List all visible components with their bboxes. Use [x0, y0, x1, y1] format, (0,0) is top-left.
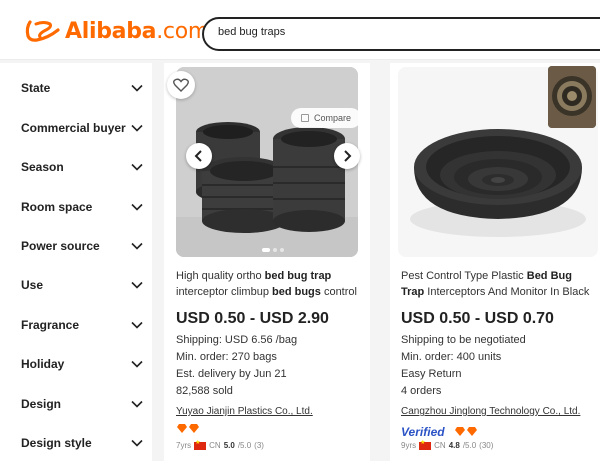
- filter-season[interactable]: Season: [21, 157, 143, 177]
- filter-label: Season: [21, 160, 64, 174]
- diamond-icon: [189, 424, 199, 433]
- product-price: USD 0.50 - USD 0.70: [401, 310, 554, 327]
- diamond-icon: [177, 424, 187, 433]
- alibaba-logo-icon: [25, 20, 60, 42]
- carousel-dot[interactable]: [280, 248, 284, 252]
- min-order: Min. order: 270 bags: [176, 351, 277, 363]
- title-keyword: bed bugs: [272, 286, 321, 298]
- review-count: (3): [254, 441, 264, 450]
- search-bar[interactable]: [202, 17, 600, 51]
- filter-label: Fragrance: [21, 318, 80, 332]
- supplier-years: 9yrs: [401, 441, 417, 450]
- chevron-down-icon: [131, 163, 143, 171]
- search-input[interactable]: [218, 26, 578, 38]
- heart-icon: [173, 78, 189, 92]
- image-next-button[interactable]: [334, 143, 360, 169]
- supplier-link[interactable]: Yuyao Jianjin Plastics Co., Ltd.: [176, 406, 313, 417]
- chevron-down-icon: [131, 281, 143, 289]
- supplier-stats: 9yrs CN 4.8/5.0 (30): [401, 439, 494, 451]
- filter-design-style[interactable]: Design style: [21, 433, 143, 453]
- logo-brand-text: Alibaba: [65, 18, 157, 44]
- filter-sidebar: State Commercial buyer Season Room space…: [0, 63, 152, 461]
- filter-label: Design style: [21, 436, 92, 450]
- delivery-estimate: Est. delivery by Jun 21: [176, 368, 287, 380]
- chevron-down-icon: [131, 321, 143, 329]
- product-title[interactable]: Pest Control Type Plastic Bed Bug Trap I…: [401, 268, 597, 300]
- compare-button[interactable]: Compare: [291, 108, 361, 128]
- filter-commercial-buyer[interactable]: Commercial buyer: [21, 118, 143, 138]
- filter-holiday[interactable]: Holiday: [21, 354, 143, 374]
- carousel-dot[interactable]: [262, 248, 270, 252]
- filter-label: Power source: [21, 239, 100, 253]
- filter-label: Commercial buyer: [21, 121, 126, 135]
- image-carousel-dots: [262, 248, 284, 252]
- supplier-rating: 5.0: [223, 441, 235, 450]
- chevron-down-icon: [131, 439, 143, 447]
- sold-count: 82,588 sold: [176, 385, 233, 397]
- supplier-rating: 4.8: [448, 441, 460, 450]
- favorite-button[interactable]: [167, 71, 195, 99]
- alibaba-logo[interactable]: Alibaba.com: [24, 18, 209, 44]
- filter-power-source[interactable]: Power source: [21, 236, 143, 256]
- logo-suffix-text: .com: [156, 18, 209, 44]
- orders-count: 4 orders: [401, 385, 442, 397]
- verified-badge[interactable]: Verified: [401, 425, 445, 439]
- chevron-down-icon: [131, 360, 143, 368]
- china-flag-icon: [419, 439, 432, 450]
- filter-room-space[interactable]: Room space: [21, 197, 143, 217]
- chevron-down-icon: [131, 203, 143, 211]
- shipping-info: Shipping to be negotiated: [401, 334, 526, 346]
- top-bar: Alibaba.com: [0, 0, 600, 60]
- compare-checkbox[interactable]: [301, 114, 309, 122]
- filter-label: Room space: [21, 200, 93, 214]
- product-title[interactable]: High quality ortho bed bug trap intercep…: [176, 268, 366, 300]
- chevron-down-icon: [131, 242, 143, 250]
- diamond-icon: [455, 427, 465, 436]
- chevron-right-icon: [344, 150, 352, 162]
- min-order: Min. order: 400 units: [401, 351, 502, 363]
- product-price: USD 0.50 - USD 2.90: [176, 310, 329, 327]
- supplier-diamonds: [177, 424, 199, 433]
- chevron-down-icon: [131, 124, 143, 132]
- supplier-link[interactable]: Cangzhou Jinglong Technology Co., Ltd.: [401, 406, 580, 417]
- chevron-down-icon: [131, 400, 143, 408]
- filter-label: Holiday: [21, 357, 65, 371]
- rating-max: /5.0: [462, 441, 477, 450]
- title-text: High quality ortho: [176, 270, 265, 282]
- supplier-diamonds: [455, 427, 477, 436]
- filter-fragrance[interactable]: Fragrance: [21, 315, 143, 335]
- filter-label: Design: [21, 397, 62, 411]
- logo-text: Alibaba.com: [65, 19, 209, 44]
- carousel-dot[interactable]: [273, 248, 277, 252]
- easy-return: Easy Return: [401, 368, 462, 380]
- title-text: control: [320, 286, 357, 298]
- diamond-icon: [467, 427, 477, 436]
- supplier-country: CN: [434, 441, 446, 450]
- compare-label: Compare: [314, 113, 352, 123]
- filter-use[interactable]: Use: [21, 275, 143, 295]
- chevron-down-icon: [131, 84, 143, 92]
- chevron-left-icon: [194, 150, 202, 162]
- supplier-years: 7yrs: [176, 441, 192, 450]
- image-prev-button[interactable]: [186, 143, 212, 169]
- title-text: interceptor climbup: [176, 286, 272, 298]
- supplier-stats: 7yrs CN 5.0/5.0 (3): [176, 439, 264, 451]
- title-text: Interceptors And Monitor In Black: [424, 286, 590, 298]
- shipping-info: Shipping: USD 6.56 /bag: [176, 334, 298, 346]
- review-count: (30): [479, 441, 494, 450]
- filter-label: Use: [21, 278, 44, 292]
- filter-design[interactable]: Design: [21, 394, 143, 414]
- china-flag-icon: [194, 439, 207, 450]
- filter-state[interactable]: State: [21, 78, 143, 98]
- rating-max: /5.0: [237, 441, 252, 450]
- product-thumbnail[interactable]: [548, 66, 596, 128]
- thumbnail-photo: [548, 66, 596, 128]
- filter-label: State: [21, 81, 51, 95]
- supplier-country: CN: [209, 441, 221, 450]
- title-keyword: bed bug trap: [264, 270, 332, 282]
- title-text: Pest Control Type Plastic: [401, 270, 527, 282]
